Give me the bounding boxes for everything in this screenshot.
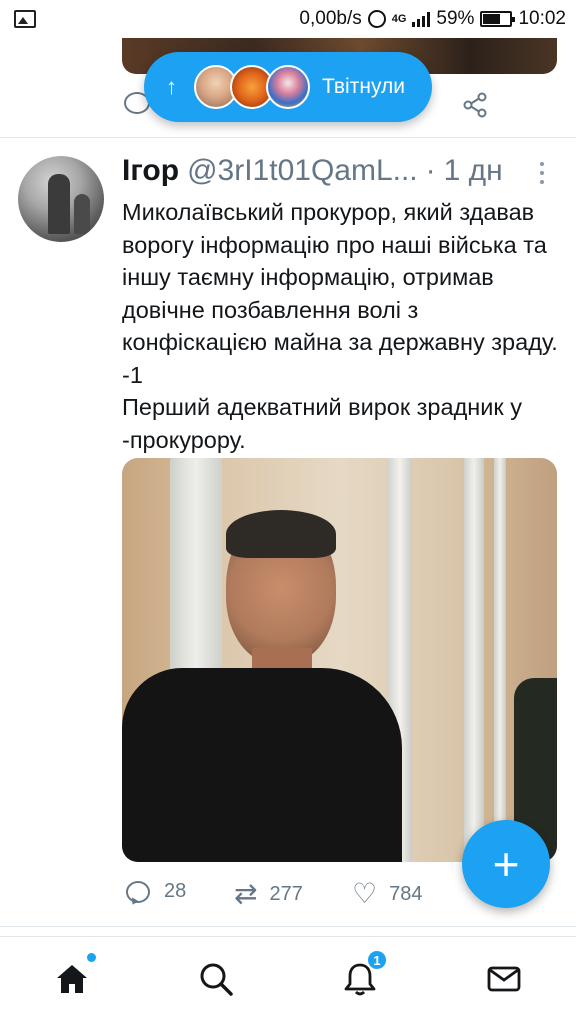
nav-notifications[interactable]: 1 <box>340 949 388 999</box>
divider <box>0 137 576 138</box>
more-options-icon[interactable] <box>540 162 546 184</box>
heart-icon: ♡ <box>352 878 378 909</box>
avatar-figure <box>74 194 90 234</box>
tweet-photo[interactable] <box>122 458 557 862</box>
data-rate: 0,00b/s <box>299 8 362 29</box>
status-bar-right: 0,00b/s 4G 59% 10:02 <box>299 8 566 30</box>
pill-label: Твітнули <box>322 75 405 98</box>
arrow-up-icon: ↑ <box>166 74 177 99</box>
nav-search[interactable] <box>196 959 236 999</box>
like-count: 784 <box>389 882 423 905</box>
retweet-button[interactable]: ⇄ 277 <box>234 880 303 908</box>
tweet-header: Ігор @3rI1t01QamL... · 1 дн <box>122 154 562 190</box>
like-button[interactable]: ♡ 784 <box>352 880 422 908</box>
network-type: 4G <box>391 13 407 25</box>
mail-icon <box>487 966 521 992</box>
avatar-figure <box>48 174 70 234</box>
share-icon[interactable] <box>462 92 488 118</box>
plus-icon: + <box>492 838 520 890</box>
nav-home[interactable] <box>52 953 96 999</box>
notifications-badge: 1 <box>366 949 388 971</box>
bottom-navigation: 1 <box>0 936 576 1024</box>
search-icon <box>200 963 233 996</box>
status-bar: 0,00b/s 4G 59% 10:02 <box>0 0 576 38</box>
clock: 10:02 <box>518 8 566 29</box>
home-icon <box>57 965 87 993</box>
signal-icon <box>412 11 431 27</box>
author-avatar[interactable] <box>18 156 104 242</box>
pill-avatars <box>194 65 310 109</box>
author-name[interactable]: Ігор <box>122 154 179 188</box>
author-handle[interactable]: @3rI1t01QamL... <box>187 154 418 188</box>
compose-tweet-button[interactable]: + <box>462 820 550 908</box>
battery-icon <box>480 11 516 27</box>
home-indicator <box>87 953 96 962</box>
battery-percent: 59% <box>436 8 475 29</box>
avatar <box>266 65 310 109</box>
reply-icon <box>126 880 150 903</box>
reply-button[interactable]: 28 <box>126 880 186 903</box>
gallery-icon <box>14 10 36 28</box>
retweet-count: 277 <box>269 882 303 905</box>
divider <box>0 926 576 927</box>
alarm-icon <box>367 10 386 28</box>
nav-messages[interactable] <box>484 959 524 999</box>
new-tweets-pill[interactable]: ↑ Твітнули <box>144 52 432 122</box>
separator-dot: · <box>425 154 436 187</box>
tweet-text: Миколаївський прокурор, який здавав воро… <box>122 199 558 453</box>
tweet-time[interactable]: 1 дн <box>444 154 503 188</box>
retweet-icon: ⇄ <box>234 878 258 909</box>
reply-count: 28 <box>164 880 187 902</box>
